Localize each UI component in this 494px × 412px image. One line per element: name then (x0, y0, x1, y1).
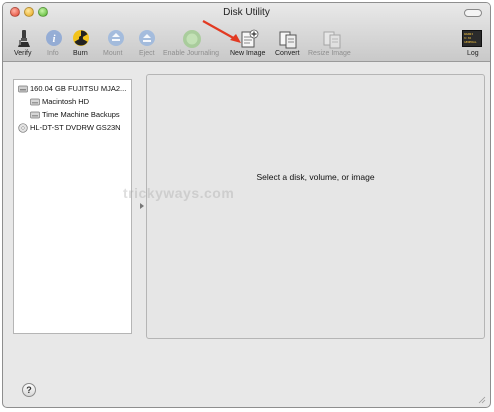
sidebar-item-dvd-drive[interactable]: HL-DT-ST DVDRW GS23N (18, 122, 130, 134)
log-label: Log (467, 50, 479, 57)
new-image-label: New Image (230, 50, 266, 57)
help-button[interactable]: ? (22, 383, 36, 397)
volume-icon (30, 98, 40, 106)
mount-icon (108, 30, 124, 46)
sidebar-item-label: Macintosh HD (42, 97, 90, 106)
hard-disk-icon (18, 85, 28, 93)
volume-icon (30, 111, 40, 119)
sidebar-item-time-machine-backups[interactable]: Time Machine Backups (30, 109, 130, 121)
sidebar-item-label: Time Machine Backups (42, 110, 120, 119)
info-icon: i (46, 30, 62, 46)
toolbar-toggle-button[interactable] (464, 9, 482, 17)
annotation-arrow (202, 20, 241, 43)
optical-drive-icon (18, 123, 28, 133)
resize-image-icon (323, 31, 341, 49)
burn-label: Burn (73, 50, 88, 57)
empty-selection-prompt: Select a disk, volume, or image (256, 172, 375, 182)
sidebar-item-label: HL-DT-ST DVDRW GS23N (30, 123, 121, 132)
eject-icon (139, 30, 155, 46)
convert-icon (279, 31, 297, 49)
eject-label: Eject (139, 50, 155, 57)
disk-utility-window: Disk Utility Verify i Info Burn Mount Ej… (2, 2, 491, 408)
main-content-panel: Select a disk, volume, or image (146, 74, 485, 339)
sidebar-item-fujitsu-disk[interactable]: 160.04 GB FUJITSU MJA2... (18, 83, 130, 95)
mount-label: Mount (103, 50, 123, 57)
watermark-text: trickyways.com (123, 185, 235, 201)
info-label: Info (47, 50, 59, 57)
resize-grip-icon[interactable] (477, 395, 486, 404)
verify-label: Verify (14, 50, 32, 57)
device-sidebar[interactable]: 160.04 GB FUJITSU MJA2... Macintosh HD T… (13, 79, 132, 334)
microscope-icon (18, 30, 30, 47)
sidebar-splitter-handle[interactable] (140, 203, 144, 209)
enable-journaling-label: Enable Journaling (163, 50, 220, 57)
log-console-icon: WARNI 9:36 GENERAL (462, 30, 482, 47)
sidebar-item-macintosh-hd[interactable]: Macintosh HD (30, 96, 130, 108)
sidebar-item-label: 160.04 GB FUJITSU MJA2... (30, 84, 127, 93)
window-title: Disk Utility (223, 7, 270, 18)
resize-image-label: Resize Image (308, 50, 351, 57)
burn-icon (73, 30, 89, 46)
convert-label: Convert (275, 50, 300, 57)
